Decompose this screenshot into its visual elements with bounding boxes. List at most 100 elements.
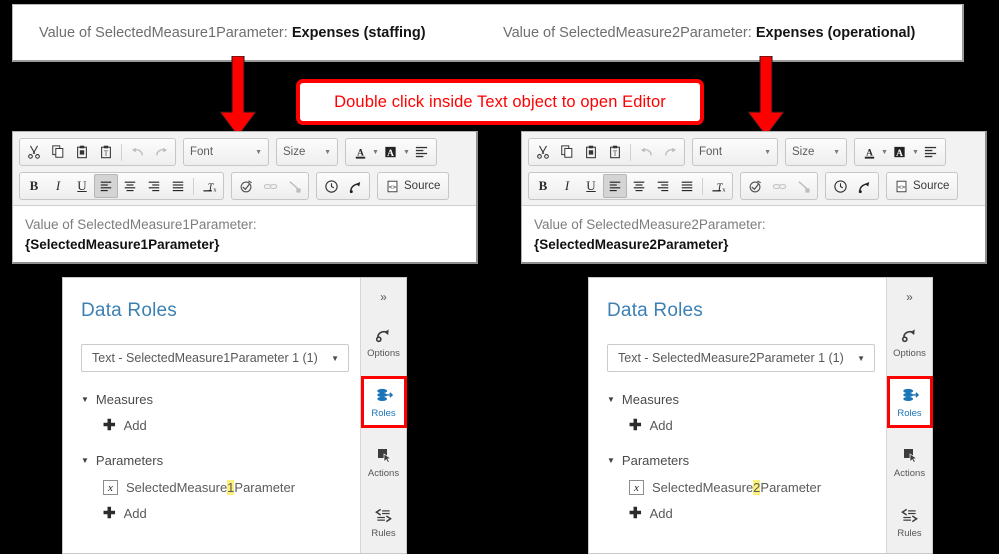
preview-result-1: Expenses (staffing) (291, 25, 426, 41)
preview-label-1: Value of SelectedMeasure1Parameter: (39, 25, 288, 41)
align-left-icon[interactable] (603, 174, 627, 198)
parameter-item-2[interactable]: x SelectedMeasure2Parameter (629, 480, 886, 495)
paragraph-format-icon[interactable] (919, 140, 943, 164)
font-family-label-2: Font (699, 146, 723, 158)
paste-as-text-icon[interactable]: T (603, 140, 627, 164)
role-select-dropdown-1[interactable]: Text - SelectedMeasure1Parameter 1 (1) ▼ (81, 344, 349, 372)
cut-icon[interactable] (531, 140, 555, 164)
datetime-icon[interactable] (319, 174, 343, 198)
text-color-icon[interactable]: A (857, 140, 881, 164)
align-right-icon[interactable] (651, 174, 675, 198)
redo-icon[interactable] (658, 140, 682, 164)
align-justify-icon[interactable] (166, 174, 190, 198)
link-icon[interactable] (767, 174, 791, 198)
sidebar-item-roles-2[interactable]: Roles (886, 376, 933, 428)
parameter-icon: x (629, 480, 644, 495)
group-measures-label-1: Measures (95, 392, 153, 407)
paragraph-format-icon[interactable] (410, 140, 434, 164)
preview-value-2: Value of SelectedMeasure2Parameter: Expe… (503, 25, 915, 41)
unlink-icon[interactable] (791, 174, 815, 198)
data-item-icon[interactable] (343, 174, 367, 198)
font-family-dropdown-1[interactable]: Font ▼ (183, 138, 269, 166)
add-parameter-button-1[interactable]: ✚ Add (103, 506, 360, 521)
copy-icon[interactable] (555, 140, 579, 164)
toolbar-separator (193, 177, 194, 195)
plus-icon: ✚ (629, 417, 642, 434)
remove-format-icon[interactable]: Tx (197, 174, 221, 198)
parameter-item-1[interactable]: x SelectedMeasure1Parameter (103, 480, 360, 495)
italic-button[interactable]: I (46, 174, 70, 198)
group-measures-1[interactable]: ▼ Measures (81, 392, 360, 407)
svg-text:<>: <> (898, 182, 906, 190)
background-color-icon[interactable]: A (888, 140, 912, 164)
paste-icon[interactable] (70, 140, 94, 164)
sidebar-item-rules-label-2: Rules (897, 528, 922, 539)
sidebar-item-actions-2[interactable]: Actions (887, 436, 933, 488)
underline-button[interactable]: U (579, 174, 603, 198)
font-size-dropdown-2[interactable]: Size ▼ (785, 138, 847, 166)
font-size-dropdown-1[interactable]: Size ▼ (276, 138, 338, 166)
spellcheck-icon[interactable] (234, 174, 258, 198)
unlink-icon[interactable] (282, 174, 306, 198)
background-color-icon[interactable]: A (379, 140, 403, 164)
source-button-label-1: Source (404, 180, 441, 192)
font-size-label-2: Size (792, 146, 815, 158)
sidebar-item-options-1[interactable]: Options (361, 316, 407, 368)
chevron-down-icon[interactable]: ▼ (912, 149, 919, 156)
chevron-down-icon: ▼ (255, 148, 262, 156)
link-icon[interactable] (258, 174, 282, 198)
sidebar-item-rules-label-1: Rules (371, 528, 396, 539)
sidebar-item-options-label-1: Options (367, 348, 400, 359)
undo-icon[interactable] (634, 140, 658, 164)
role-select-dropdown-2[interactable]: Text - SelectedMeasure2Parameter 1 (1) ▼ (607, 344, 875, 372)
editor-2-line-1: Value of SelectedMeasure2Parameter: (534, 217, 766, 232)
sidebar-item-actions-1[interactable]: Actions (361, 436, 407, 488)
bold-button[interactable]: B (531, 174, 555, 198)
paste-as-text-icon[interactable]: T (94, 140, 118, 164)
copy-icon[interactable] (46, 140, 70, 164)
datetime-icon[interactable] (828, 174, 852, 198)
chevron-down-icon[interactable]: ▼ (403, 149, 410, 156)
add-measure-button-1[interactable]: ✚ Add (103, 418, 360, 433)
align-center-icon[interactable] (627, 174, 651, 198)
cut-icon[interactable] (22, 140, 46, 164)
underline-button[interactable]: U (70, 174, 94, 198)
font-family-label-1: Font (190, 146, 214, 158)
redo-icon[interactable] (149, 140, 173, 164)
sidebar-item-rules-1[interactable]: Rules (361, 496, 407, 548)
bold-button[interactable]: B (22, 174, 46, 198)
add-measure-button-2[interactable]: ✚ Add (629, 418, 886, 433)
add-parameter-button-2[interactable]: ✚ Add (629, 506, 886, 521)
source-button-2[interactable]: <> Source (886, 172, 959, 200)
data-item-icon[interactable] (852, 174, 876, 198)
group-parameters-2[interactable]: ▼ Parameters (607, 453, 886, 468)
align-right-icon[interactable] (142, 174, 166, 198)
expand-rail-button-2[interactable]: » (906, 286, 913, 308)
group-parameters-1[interactable]: ▼ Parameters (81, 453, 360, 468)
italic-button[interactable]: I (555, 174, 579, 198)
remove-format-icon[interactable]: Tx (706, 174, 730, 198)
paste-icon[interactable] (579, 140, 603, 164)
align-justify-icon[interactable] (675, 174, 699, 198)
text-color-icon[interactable]: A (348, 140, 372, 164)
role-select-value-1: Text - SelectedMeasure1Parameter 1 (1) (92, 351, 318, 365)
chevron-down-icon[interactable]: ▼ (372, 149, 379, 156)
align-left-icon[interactable] (94, 174, 118, 198)
undo-icon[interactable] (125, 140, 149, 164)
spellcheck-icon[interactable] (743, 174, 767, 198)
group-measures-2[interactable]: ▼ Measures (607, 392, 886, 407)
sidebar-item-roles-1[interactable]: Roles (360, 376, 407, 428)
source-button-1[interactable]: <> Source (377, 172, 450, 200)
align-center-icon[interactable] (118, 174, 142, 198)
expand-rail-button-1[interactable]: » (380, 286, 387, 308)
sidebar-item-rules-2[interactable]: Rules (887, 496, 933, 548)
insert-group-2 (825, 172, 879, 200)
sidebar-item-roles-label-1: Roles (371, 408, 396, 419)
chevron-down-icon[interactable]: ▼ (881, 149, 888, 156)
parameter-label-2: SelectedMeasure2Parameter (652, 480, 821, 495)
svg-text:A: A (388, 148, 395, 158)
editor-1-content[interactable]: Value of SelectedMeasure1Parameter: {Sel… (13, 206, 476, 254)
font-family-dropdown-2[interactable]: Font ▼ (692, 138, 778, 166)
sidebar-item-options-2[interactable]: Options (887, 316, 933, 368)
editor-2-content[interactable]: Value of SelectedMeasure2Parameter: {Sel… (522, 206, 985, 254)
